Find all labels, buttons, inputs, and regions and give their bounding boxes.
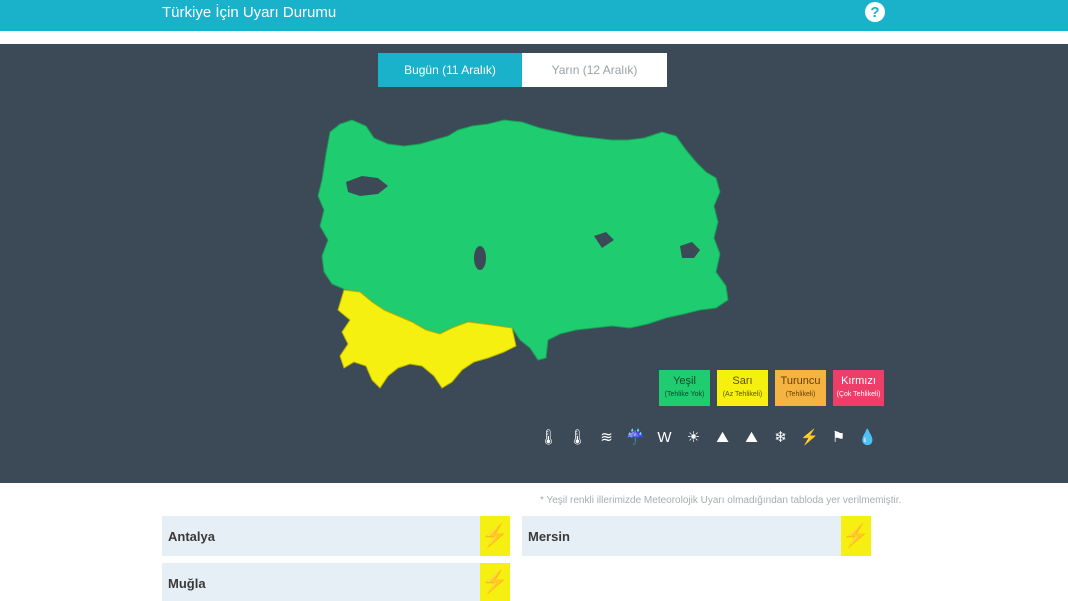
info-note: * Yeşil renkli illerimizde Meteorolojik … xyxy=(540,495,902,506)
wind-icon[interactable]: W xyxy=(650,428,679,448)
lightning-icon: ⚡ xyxy=(841,516,871,556)
tab-today[interactable]: Bugün (11 Aralık) xyxy=(378,53,522,87)
windsock-icon[interactable]: ⚑ xyxy=(824,428,853,448)
tab-tomorrow[interactable]: Yarın (12 Aralık) xyxy=(522,53,667,87)
province-name: Muğla xyxy=(168,576,206,591)
high-temperature-icon[interactable]: 🌡 xyxy=(563,428,592,448)
turkey-warning-map[interactable] xyxy=(308,114,738,414)
header-bar: Türkiye İçin Uyarı Durumu ? xyxy=(0,0,1068,31)
dust-icon[interactable]: ☀ xyxy=(679,428,708,448)
legend-red: Kırmızı (Çok Tehlikeli) xyxy=(833,370,884,406)
province-name: Mersin xyxy=(528,529,570,544)
snow-icon[interactable]: ❄ xyxy=(766,428,795,448)
question-circle-icon[interactable]: ? xyxy=(865,2,885,22)
warning-type-icons: 🌡 🌡 ≋ ☔ W ☀ ⛰ ⛰ ❄ ⚡ ⚑ 💧 xyxy=(534,428,882,448)
thunderstorm-icon[interactable]: ⚡ xyxy=(795,428,824,448)
legend: Yeşil (Tehlike Yok) Sarı (Az Tehlikeli) … xyxy=(659,370,884,406)
landslide-icon[interactable]: ⛰ xyxy=(737,428,766,448)
page-title: Türkiye İçin Uyarı Durumu xyxy=(162,4,337,21)
avalanche-icon[interactable]: ⛰ xyxy=(708,428,737,448)
legend-green: Yeşil (Tehlike Yok) xyxy=(659,370,710,406)
fog-icon[interactable]: ≋ xyxy=(592,428,621,448)
legend-yellow: Sarı (Az Tehlikeli) xyxy=(717,370,768,406)
lightning-icon: ⚡ xyxy=(480,516,510,556)
low-temperature-icon[interactable]: 🌡 xyxy=(534,428,563,448)
province-name: Antalya xyxy=(168,529,215,544)
rain-icon[interactable]: 💧 xyxy=(853,428,882,448)
warning-row-mugla[interactable]: Muğla ⚡ xyxy=(162,563,510,601)
legend-orange: Turuncu (Tehlikeli) xyxy=(775,370,826,406)
day-tabs: Bugün (11 Aralık) Yarın (12 Aralık) xyxy=(378,53,667,87)
flood-icon[interactable]: ☔ xyxy=(621,428,650,448)
lightning-icon: ⚡ xyxy=(480,563,510,601)
warning-row-mersin[interactable]: Mersin ⚡ xyxy=(522,516,871,556)
map-panel: Bugün (11 Aralık) Yarın (12 Aralık) Yeşi… xyxy=(0,44,1068,483)
warning-row-antalya[interactable]: Antalya ⚡ xyxy=(162,516,510,556)
